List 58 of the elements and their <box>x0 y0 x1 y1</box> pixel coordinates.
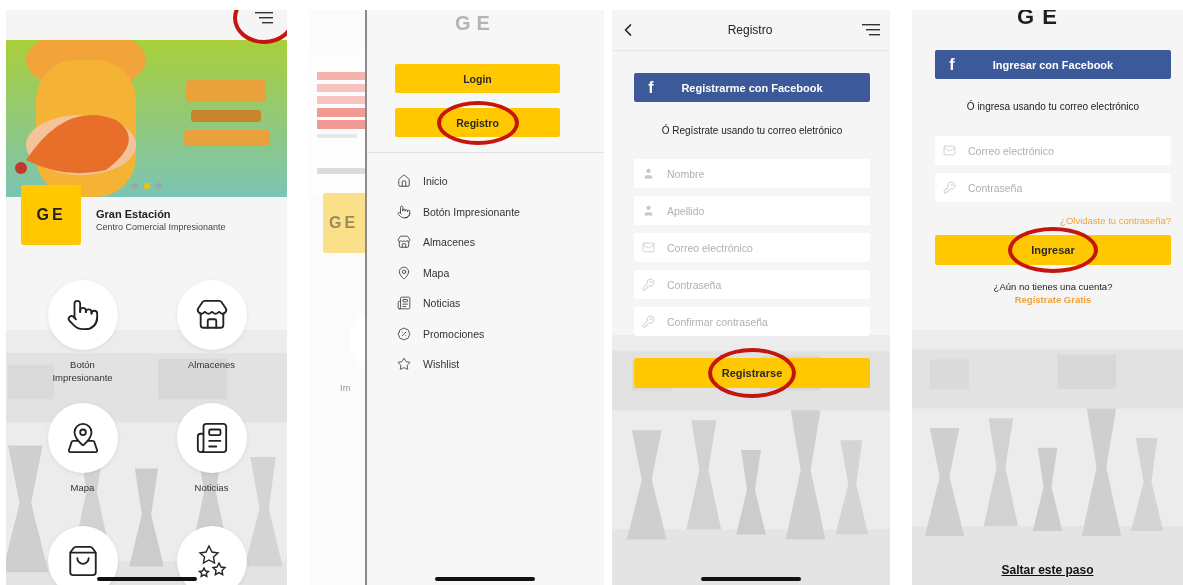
input-field[interactable]: Correo electrónico <box>634 233 870 262</box>
input-field[interactable]: Apellido <box>634 196 870 225</box>
auth-button[interactable]: Registro <box>395 108 560 137</box>
star-icon <box>397 357 411 372</box>
input-field[interactable]: Correo electrónico <box>935 136 1171 165</box>
key-icon <box>642 315 655 328</box>
map-pin-icon <box>397 265 411 280</box>
facebook-button[interactable]: f Ingresar con Facebook <box>935 50 1171 79</box>
menu-item[interactable]: Almacenes <box>397 227 604 258</box>
register-prompt: Ó Regístrate usando tu correo eletrónico <box>660 125 844 136</box>
brand-logo: GE <box>21 185 81 245</box>
menu-item[interactable]: Mapa <box>397 257 604 288</box>
store-icon <box>397 235 411 250</box>
newspaper-icon <box>397 296 411 311</box>
feature-label: Botón Impresionante <box>51 358 114 384</box>
pointer-icon <box>397 204 411 219</box>
menu-item[interactable]: Botón Impresionante <box>397 196 604 227</box>
mall-tagline: Centro Comercial Impresionante <box>96 222 226 232</box>
menu-item[interactable]: Wishlist <box>397 349 604 380</box>
store-icon <box>194 298 229 332</box>
carousel-dot[interactable] <box>143 183 150 189</box>
feature-label: Almacenes <box>187 358 236 371</box>
submit-button[interactable]: Registrarse <box>634 358 870 388</box>
menu-item[interactable]: Noticias <box>397 288 604 319</box>
key-icon <box>943 181 956 194</box>
percent-icon <box>397 326 411 341</box>
brand-logo: GE <box>455 12 496 34</box>
carousel-dot[interactable] <box>155 183 162 189</box>
mall-name: Gran Estación <box>96 208 172 220</box>
feature-label: Im <box>340 382 352 393</box>
menu-icon <box>255 12 273 24</box>
home-icon <box>397 174 411 189</box>
auth-button[interactable]: Login <box>395 64 560 93</box>
key-icon <box>642 278 655 291</box>
signup-question: ¿Aún no tienes una cuenta? <box>993 281 1113 292</box>
mail-icon <box>943 144 956 157</box>
input-field[interactable]: Contraseña <box>935 173 1171 202</box>
menu-icon <box>862 24 880 36</box>
mail-icon <box>642 241 655 254</box>
screen-title: Registro <box>727 23 773 37</box>
carousel-dot[interactable] <box>131 183 138 189</box>
menu-item[interactable]: Inicio <box>397 166 604 197</box>
feature-label: Mapa <box>69 481 96 494</box>
brand-logo: GE <box>323 193 365 253</box>
menu-item[interactable]: Promociones <box>397 318 604 349</box>
facebook-button[interactable]: f Registrarme con Facebook <box>634 73 870 102</box>
map-pin-icon <box>65 421 100 455</box>
submit-button[interactable]: Ingresar <box>935 235 1171 265</box>
login-prompt: Ó ingresa usando tu correo electrónico <box>965 101 1141 112</box>
menu-button[interactable] <box>860 22 882 38</box>
input-field[interactable]: Contraseña <box>634 270 870 299</box>
input-field[interactable]: Confirmar contraseña <box>634 307 870 336</box>
skip-link[interactable]: Saltar este paso <box>1001 563 1094 577</box>
input-field[interactable]: Nombre <box>634 159 870 188</box>
pointer-icon <box>65 298 100 332</box>
feature-label: Noticias <box>193 481 230 494</box>
menu-button[interactable] <box>253 10 275 26</box>
newspaper-icon <box>194 421 229 455</box>
